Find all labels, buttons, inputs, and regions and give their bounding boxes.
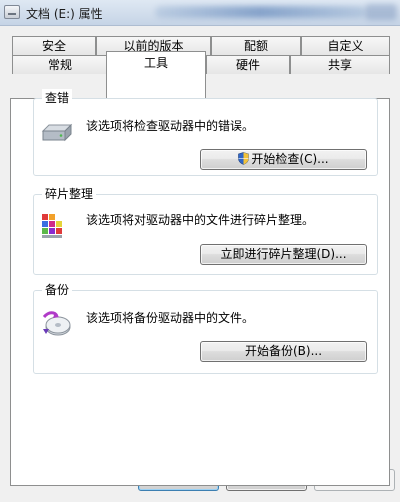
backup-description: 该选项将备份驱动器中的文件。 xyxy=(86,311,255,325)
defrag-title: 碎片整理 xyxy=(42,185,97,202)
backup-group: 备份 该选项将备份驱动器中的文件。 开始备份(B)... xyxy=(33,281,378,374)
defrag-description: 该选项将对驱动器中的文件进行碎片整理。 xyxy=(86,213,315,227)
start-check-label: 开始检查(C)... xyxy=(251,152,329,166)
uac-shield-icon xyxy=(238,152,250,165)
drive-icon xyxy=(4,5,20,19)
tab-hardware[interactable]: 硬件 xyxy=(206,55,290,74)
start-backup-button[interactable]: 开始备份(B)... xyxy=(200,341,367,362)
window-title: 文档 (E:) 属性 xyxy=(26,7,103,21)
tab-sharing[interactable]: 共享 xyxy=(290,55,390,74)
tab-quota[interactable]: 配额 xyxy=(211,36,301,55)
drive-icon xyxy=(41,123,73,142)
error-check-description: 该选项将检查驱动器中的错误。 xyxy=(86,119,255,133)
defrag-icon xyxy=(42,214,62,238)
start-check-button[interactable]: 开始检查(C)... xyxy=(200,149,367,170)
tab-general[interactable]: 常规 xyxy=(12,55,108,74)
error-check-title: 查错 xyxy=(42,89,73,106)
properties-dialog: 安全 以前的版本 配额 自定义 常规 工具 硬件 共享 查错 该选项将检查驱动器… xyxy=(0,26,400,502)
tab-security[interactable]: 安全 xyxy=(12,36,96,55)
window-controls-blurred xyxy=(365,4,397,20)
defrag-group: 碎片整理 该选项将对驱动器中的文件进行碎片整理。 立即进行碎片整理(D)... xyxy=(33,185,378,275)
tab-tools[interactable]: 工具 xyxy=(106,51,206,99)
error-check-group: 查错 该选项将检查驱动器中的错误。 开始检查(C)... xyxy=(33,89,378,176)
title-bar[interactable]: 文档 (E:) 属性 xyxy=(0,0,400,26)
defrag-now-button[interactable]: 立即进行碎片整理(D)... xyxy=(200,244,367,265)
tab-customize[interactable]: 自定义 xyxy=(301,36,390,55)
blurred-title-region xyxy=(155,6,365,18)
backup-title: 备份 xyxy=(42,281,73,298)
backup-icon xyxy=(42,311,71,336)
